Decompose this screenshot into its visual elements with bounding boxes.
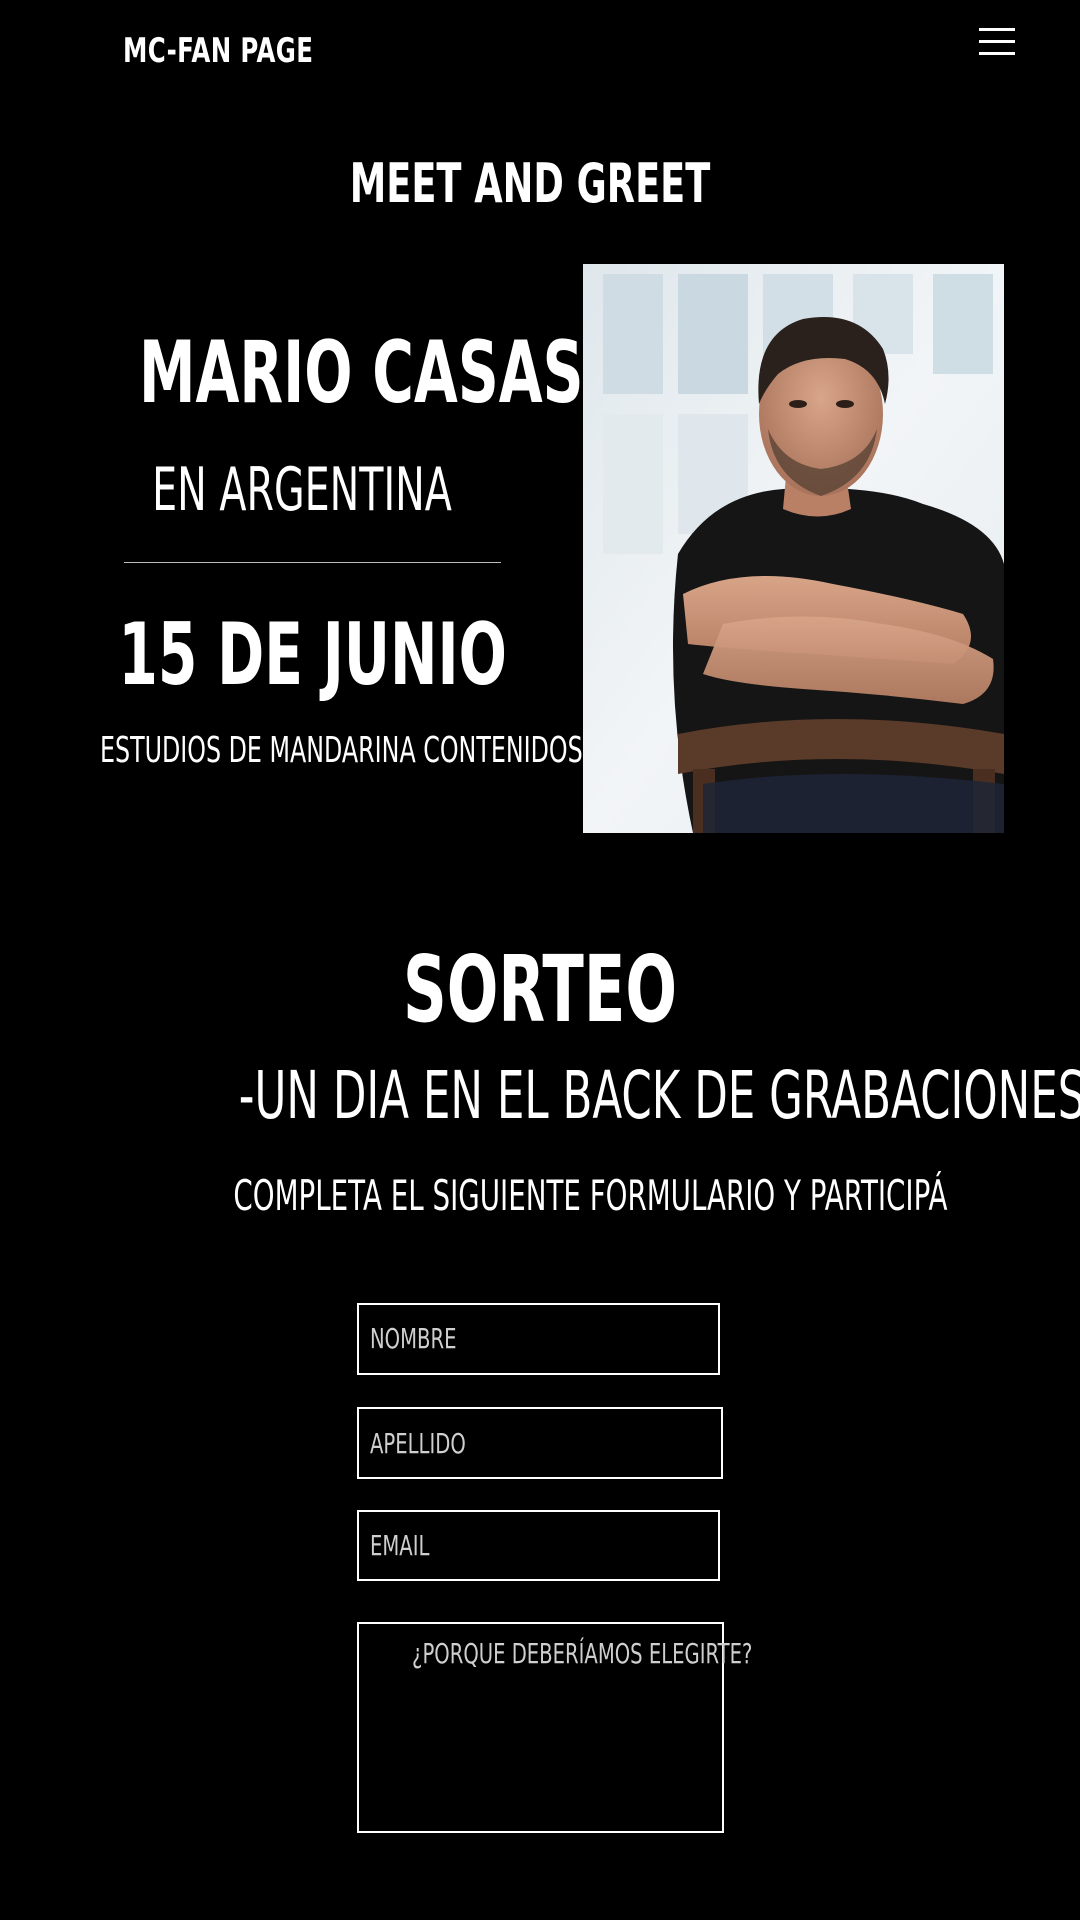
- divider: [124, 562, 501, 563]
- event-name: MARIO CASAS: [139, 323, 584, 423]
- event-date: 15 DE JUNIO: [118, 605, 507, 705]
- hamburger-menu-icon[interactable]: [976, 26, 1018, 58]
- section-title: MEET AND GREET: [349, 152, 711, 215]
- site-logo[interactable]: MC-FAN PAGE: [123, 31, 313, 71]
- email-field[interactable]: [357, 1510, 720, 1581]
- menu-line: [979, 52, 1015, 55]
- menu-line: [979, 28, 1015, 31]
- nombre-field[interactable]: [357, 1303, 720, 1375]
- event-location: EN ARGENTINA: [152, 455, 452, 525]
- giveaway-instructions: COMPLETA EL SIGUIENTE FORMULARIO Y PARTI…: [233, 1171, 948, 1220]
- menu-line: [979, 40, 1015, 43]
- event-venue: ESTUDIOS DE MANDARINA CONTENIDOS: [99, 730, 583, 771]
- giveaway-subtitle: -UN DIA EN EL BACK DE GRABACIONES-: [238, 1057, 1080, 1134]
- reason-textarea[interactable]: [357, 1622, 724, 1833]
- portrait-photo: [583, 264, 1004, 833]
- apellido-field[interactable]: [357, 1407, 723, 1479]
- giveaway-title: SORTEO: [403, 936, 677, 1043]
